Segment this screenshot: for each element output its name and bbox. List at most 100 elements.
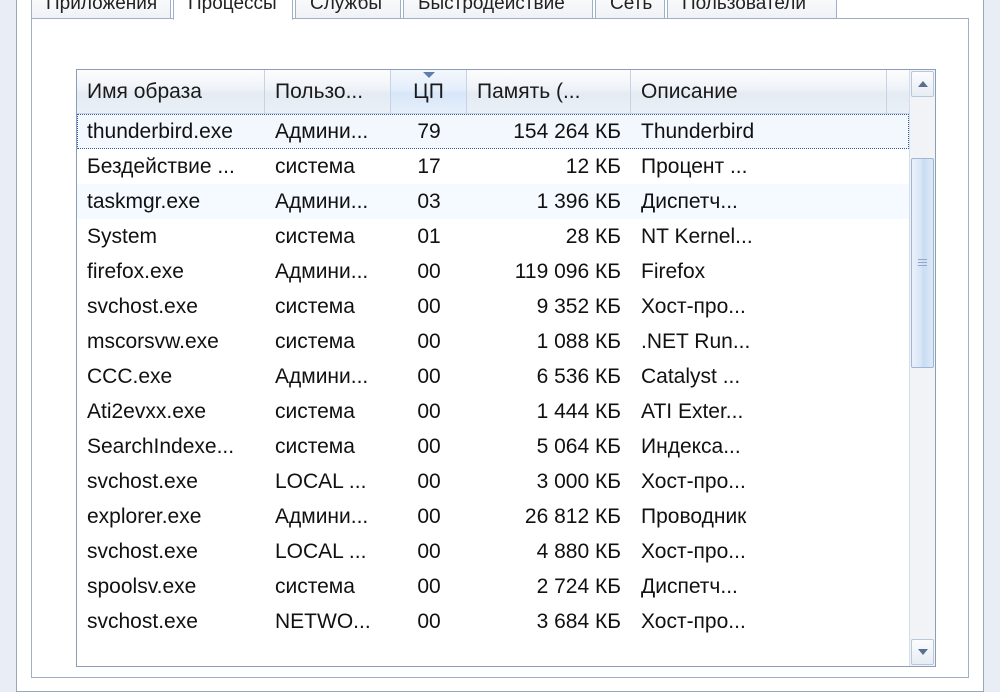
cell-user: LOCAL ... [265,464,391,499]
cell-cpu: 00 [391,394,467,429]
cell-cpu: 00 [391,604,467,639]
cell-mem: 119 096 КБ [467,254,631,289]
table-row[interactable]: svchost.exeLOCAL ...004 880 КБХост-про..… [77,534,909,569]
cell-cpu: 17 [391,149,467,184]
cell-cpu: 00 [391,324,467,359]
cell-desc: Диспетч... [631,569,887,604]
tab-performance[interactable]: Быстродействие [403,0,593,20]
tab-applications[interactable]: Приложения [31,0,171,20]
cell-image: mscorsvw.exe [77,324,265,359]
process-rows: thunderbird.exeАдмини...79154 264 КБThun… [77,114,909,666]
table-row[interactable]: explorer.exeАдмини...0026 812 КБПроводни… [77,499,909,534]
cell-user: NETWO... [265,604,391,639]
cell-image: svchost.exe [77,534,265,569]
cell-user: система [265,429,391,464]
cell-desc: Thunderbird [631,114,887,149]
tab-networking[interactable]: Сеть [595,0,665,20]
cell-cpu: 00 [391,254,467,289]
cell-image: explorer.exe [77,499,265,534]
table-row[interactable]: Systemсистема0128 КБNT Kernel... [77,219,909,254]
cell-desc: ATI Exter... [631,394,887,429]
cell-image: Бездействие ... [77,149,265,184]
cell-image: Ati2evxx.exe [77,394,265,429]
cell-image: svchost.exe [77,289,265,324]
column-header-cpu[interactable]: ЦП [391,70,467,113]
cell-mem: 26 812 КБ [467,499,631,534]
cell-cpu: 01 [391,219,467,254]
chevron-down-icon [918,649,928,655]
cell-image: CCC.exe [77,359,265,394]
cell-cpu: 00 [391,499,467,534]
tab-bar: Приложения Процессы Службы Быстродействи… [17,0,983,19]
cell-user: система [265,289,391,324]
cell-user: Админи... [265,114,391,149]
scroll-up-button[interactable] [911,71,934,97]
scroll-down-button[interactable] [911,639,934,665]
table-row[interactable]: SearchIndexe...система005 064 КБИндекса.… [77,429,909,464]
cell-desc: Хост-про... [631,604,887,639]
task-manager-window: Приложения Процессы Службы Быстродействи… [16,0,984,692]
cell-cpu: 00 [391,534,467,569]
cell-mem: 1 396 КБ [467,184,631,219]
table-row[interactable]: svchost.exeсистема009 352 КБХост-про... [77,289,909,324]
column-header-memory[interactable]: Память (... [467,70,631,113]
cell-mem: 154 264 КБ [467,114,631,149]
cell-cpu: 00 [391,359,467,394]
tab-processes[interactable]: Процессы [173,0,293,20]
cell-desc: Catalyst ... [631,359,887,394]
column-header-image-name[interactable]: Имя образа [77,70,265,113]
table-row[interactable]: Бездействие ...система1712 КБПроцент ... [77,149,909,184]
table-row[interactable]: svchost.exeLOCAL ...003 000 КБХост-про..… [77,464,909,499]
cell-user: система [265,394,391,429]
cell-cpu: 00 [391,569,467,604]
cell-user: LOCAL ... [265,534,391,569]
tab-panel: Имя образа Пользо... ЦП Память (... Опис… [31,18,969,678]
table-row[interactable]: firefox.exeАдмини...00119 096 КБFirefox [77,254,909,289]
cell-cpu: 79 [391,114,467,149]
cell-desc: Хост-про... [631,464,887,499]
table-row[interactable]: thunderbird.exeАдмини...79154 264 КБThun… [77,114,909,149]
cell-desc: Firefox [631,254,887,289]
sort-descending-icon [423,72,435,78]
table-row[interactable]: CCC.exeАдмини...006 536 КБCatalyst ... [77,359,909,394]
cell-mem: 9 352 КБ [467,289,631,324]
cell-image: spoolsv.exe [77,569,265,604]
tab-services[interactable]: Службы [295,0,401,20]
cell-image: taskmgr.exe [77,184,265,219]
cell-cpu: 00 [391,429,467,464]
cell-desc: Хост-про... [631,534,887,569]
cell-desc: Хост-про... [631,289,887,324]
cell-image: System [77,219,265,254]
column-header-description[interactable]: Описание [631,70,887,113]
cell-mem: 5 064 КБ [467,429,631,464]
cell-cpu: 03 [391,184,467,219]
scrollbar-thumb[interactable] [911,158,934,368]
table-row[interactable]: taskmgr.exeАдмини...031 396 КБДиспетч... [77,184,909,219]
cell-desc: Процент ... [631,149,887,184]
cell-desc: .NET Run... [631,324,887,359]
cell-cpu: 00 [391,464,467,499]
cell-mem: 3 684 КБ [467,604,631,639]
cell-image: svchost.exe [77,464,265,499]
table-row[interactable]: mscorsvw.exeсистема001 088 КБ.NET Run... [77,324,909,359]
list-body: Имя образа Пользо... ЦП Память (... Опис… [77,70,909,666]
chevron-up-icon [918,81,928,87]
vertical-scrollbar[interactable] [909,70,935,666]
table-row[interactable]: spoolsv.exeсистема002 724 КБДиспетч... [77,569,909,604]
cell-image: SearchIndexe... [77,429,265,464]
cell-mem: 28 КБ [467,219,631,254]
cell-image: svchost.exe [77,604,265,639]
cell-user: система [265,219,391,254]
cell-mem: 1 444 КБ [467,394,631,429]
scrollbar-track[interactable] [911,98,934,638]
cell-user: система [265,149,391,184]
table-row[interactable]: svchost.exeNETWO...003 684 КБХост-про... [77,604,909,639]
column-header-user[interactable]: Пользо... [265,70,391,113]
cell-user: система [265,324,391,359]
table-row[interactable]: Ati2evxx.exeсистема001 444 КБATI Exter..… [77,394,909,429]
cell-desc: Проводник [631,499,887,534]
cell-mem: 1 088 КБ [467,324,631,359]
tab-users[interactable]: Пользователи [667,0,837,20]
cell-image: thunderbird.exe [77,114,265,149]
cell-mem: 12 КБ [467,149,631,184]
